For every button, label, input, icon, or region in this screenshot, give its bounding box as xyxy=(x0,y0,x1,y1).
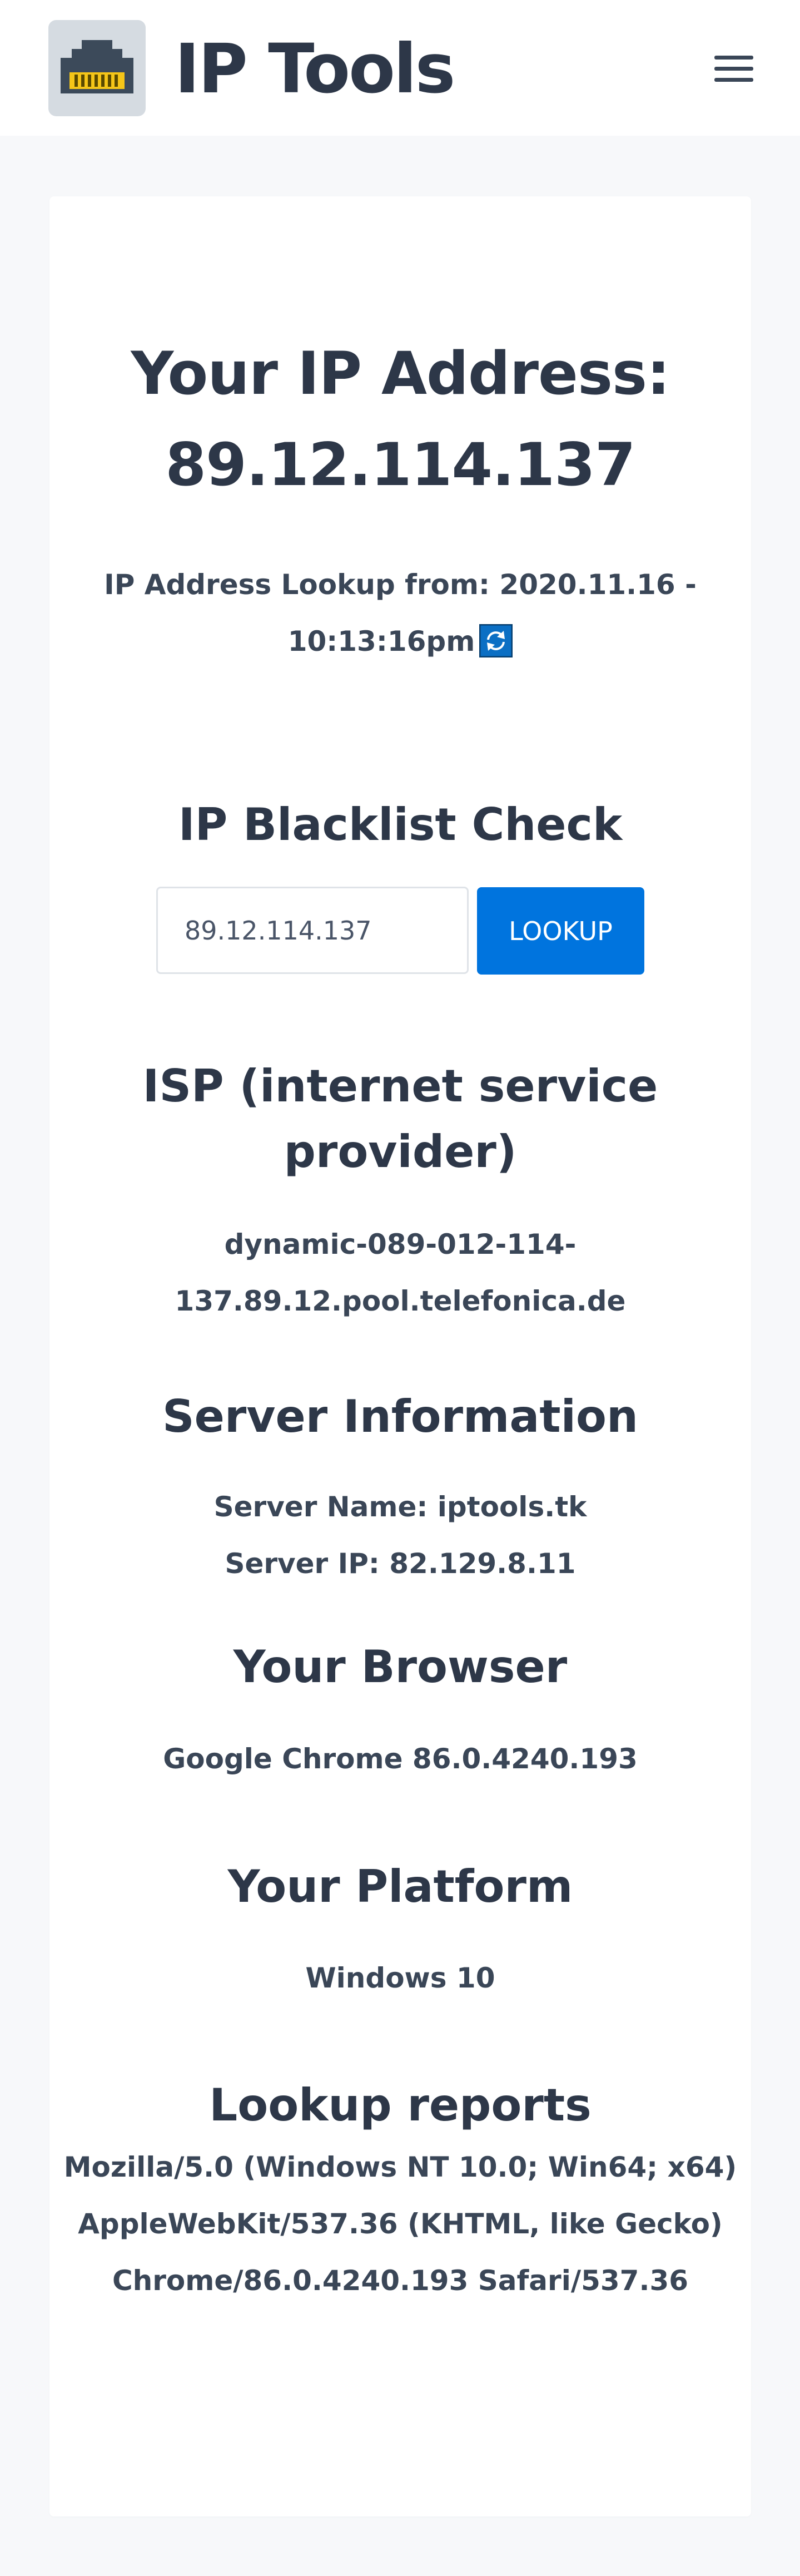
ip-address-heading: Your IP Address: 89.12.114.137 xyxy=(49,328,751,511)
blacklist-check-title: IP Blacklist Check xyxy=(178,799,623,851)
platform-value: Windows 10 xyxy=(305,1962,495,1994)
server-ip: Server IP: 82.129.8.11 xyxy=(225,1547,576,1580)
ip-heading-label: Your IP Address: xyxy=(131,339,670,408)
isp-hostname-line1: dynamic-089-012-114- xyxy=(224,1228,577,1260)
isp-title-line1: ISP (internet service xyxy=(142,1060,658,1112)
refresh-icon[interactable] xyxy=(479,624,513,657)
platform-title: Your Platform xyxy=(227,1861,573,1912)
isp-title: ISP (internet service provider) xyxy=(49,1054,751,1185)
top-navbar: IP Tools xyxy=(0,0,800,136)
hamburger-menu-icon[interactable] xyxy=(706,46,762,90)
user-agent-line1: Mozilla/5.0 (Windows NT 10.0; Win64; x64… xyxy=(63,2151,737,2183)
lookup-timestamp: IP Address Lookup from: 2020.11.16 - 10:… xyxy=(49,556,751,670)
ethernet-port-icon xyxy=(61,40,133,93)
lookup-timestamp-line1: IP Address Lookup from: 2020.11.16 - xyxy=(104,568,697,601)
lookup-reports-title: Lookup reports xyxy=(209,2079,592,2131)
user-agent-line2: AppleWebKit/537.36 (KHTML, like Gecko) xyxy=(78,2208,723,2240)
ip-lookup-input[interactable] xyxy=(156,887,469,974)
server-info: Server Name: iptools.tk Server IP: 82.12… xyxy=(49,1479,751,1592)
isp-hostname: dynamic-089-012-114- 137.89.12.pool.tele… xyxy=(49,1216,751,1329)
server-name: Server Name: iptools.tk xyxy=(213,1491,587,1523)
user-agent-string: Mozilla/5.0 (Windows NT 10.0; Win64; x64… xyxy=(49,2139,751,2309)
lookup-button[interactable]: LOOKUP xyxy=(477,887,644,975)
isp-hostname-line2: 137.89.12.pool.telefonica.de xyxy=(175,1285,626,1317)
server-info-title: Server Information xyxy=(162,1391,638,1442)
browser-value: Google Chrome 86.0.4240.193 xyxy=(163,1743,638,1775)
isp-title-line2: provider) xyxy=(284,1126,517,1178)
lookup-timestamp-line2: 10:13:16pm xyxy=(287,625,475,657)
ip-address-value: 89.12.114.137 xyxy=(165,431,635,499)
browser-title: Your Browser xyxy=(233,1641,568,1693)
logo[interactable] xyxy=(48,20,146,116)
site-brand[interactable]: IP Tools xyxy=(175,24,455,113)
lookup-timestamp-line2-wrap: 10:13:16pm xyxy=(49,613,751,670)
user-agent-line3: Chrome/86.0.4240.193 Safari/537.36 xyxy=(112,2264,689,2297)
